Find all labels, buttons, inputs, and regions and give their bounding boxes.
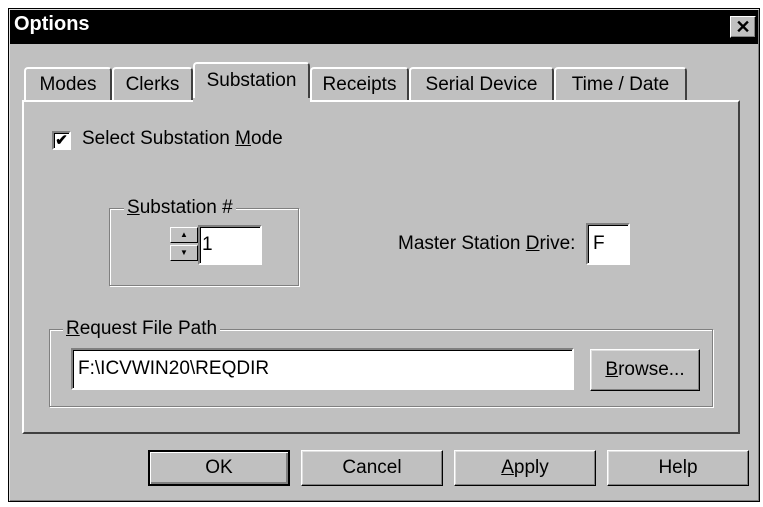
title-bar	[10, 10, 758, 44]
arrow-down-icon: ▼	[180, 248, 188, 257]
request-file-path-group-label: Request File Path	[63, 318, 221, 340]
active-tab-join	[193, 98, 310, 104]
substation-number-field[interactable]: 1	[198, 225, 262, 265]
spin-up-button[interactable]: ▲	[170, 227, 198, 243]
substation-number-group-label: Substation #	[124, 197, 236, 219]
master-station-drive-label: Master Station Drive:	[398, 233, 576, 254]
tab-label: Modes	[39, 74, 97, 95]
window-title: Options	[14, 13, 90, 35]
help-button[interactable]: Help	[607, 450, 749, 486]
tab-label: Substation	[206, 70, 297, 91]
master-station-drive-field[interactable]: F	[586, 223, 630, 265]
tab-clerks[interactable]: Clerks	[112, 67, 193, 101]
ok-button[interactable]: OK	[148, 450, 290, 486]
cancel-button[interactable]: Cancel	[301, 450, 443, 486]
select-substation-mode-label[interactable]: Select Substation Mode	[82, 128, 283, 150]
apply-button[interactable]: Apply	[454, 450, 596, 486]
tab-label: Time / Date	[571, 74, 670, 95]
arrow-up-icon: ▲	[180, 230, 188, 239]
close-button[interactable]: ✕	[730, 16, 756, 38]
request-file-path-input[interactable]: F:\ICVWIN20\REQDIR	[71, 348, 574, 390]
tab-label: Serial Device	[425, 74, 538, 95]
close-icon: ✕	[735, 17, 751, 37]
browse-button[interactable]: Browse...	[590, 349, 700, 391]
tab-label: Receipts	[322, 74, 397, 95]
tab-modes[interactable]: Modes	[24, 67, 112, 101]
tab-label: Clerks	[125, 74, 180, 95]
tab-time-date[interactable]: Time / Date	[554, 67, 687, 101]
tab-receipts[interactable]: Receipts	[310, 67, 409, 101]
check-icon: ✔	[55, 132, 68, 149]
spin-down-button[interactable]: ▼	[170, 245, 198, 261]
select-substation-mode-checkbox[interactable]: ✔	[52, 131, 71, 150]
tab-serial-device[interactable]: Serial Device	[409, 67, 554, 101]
